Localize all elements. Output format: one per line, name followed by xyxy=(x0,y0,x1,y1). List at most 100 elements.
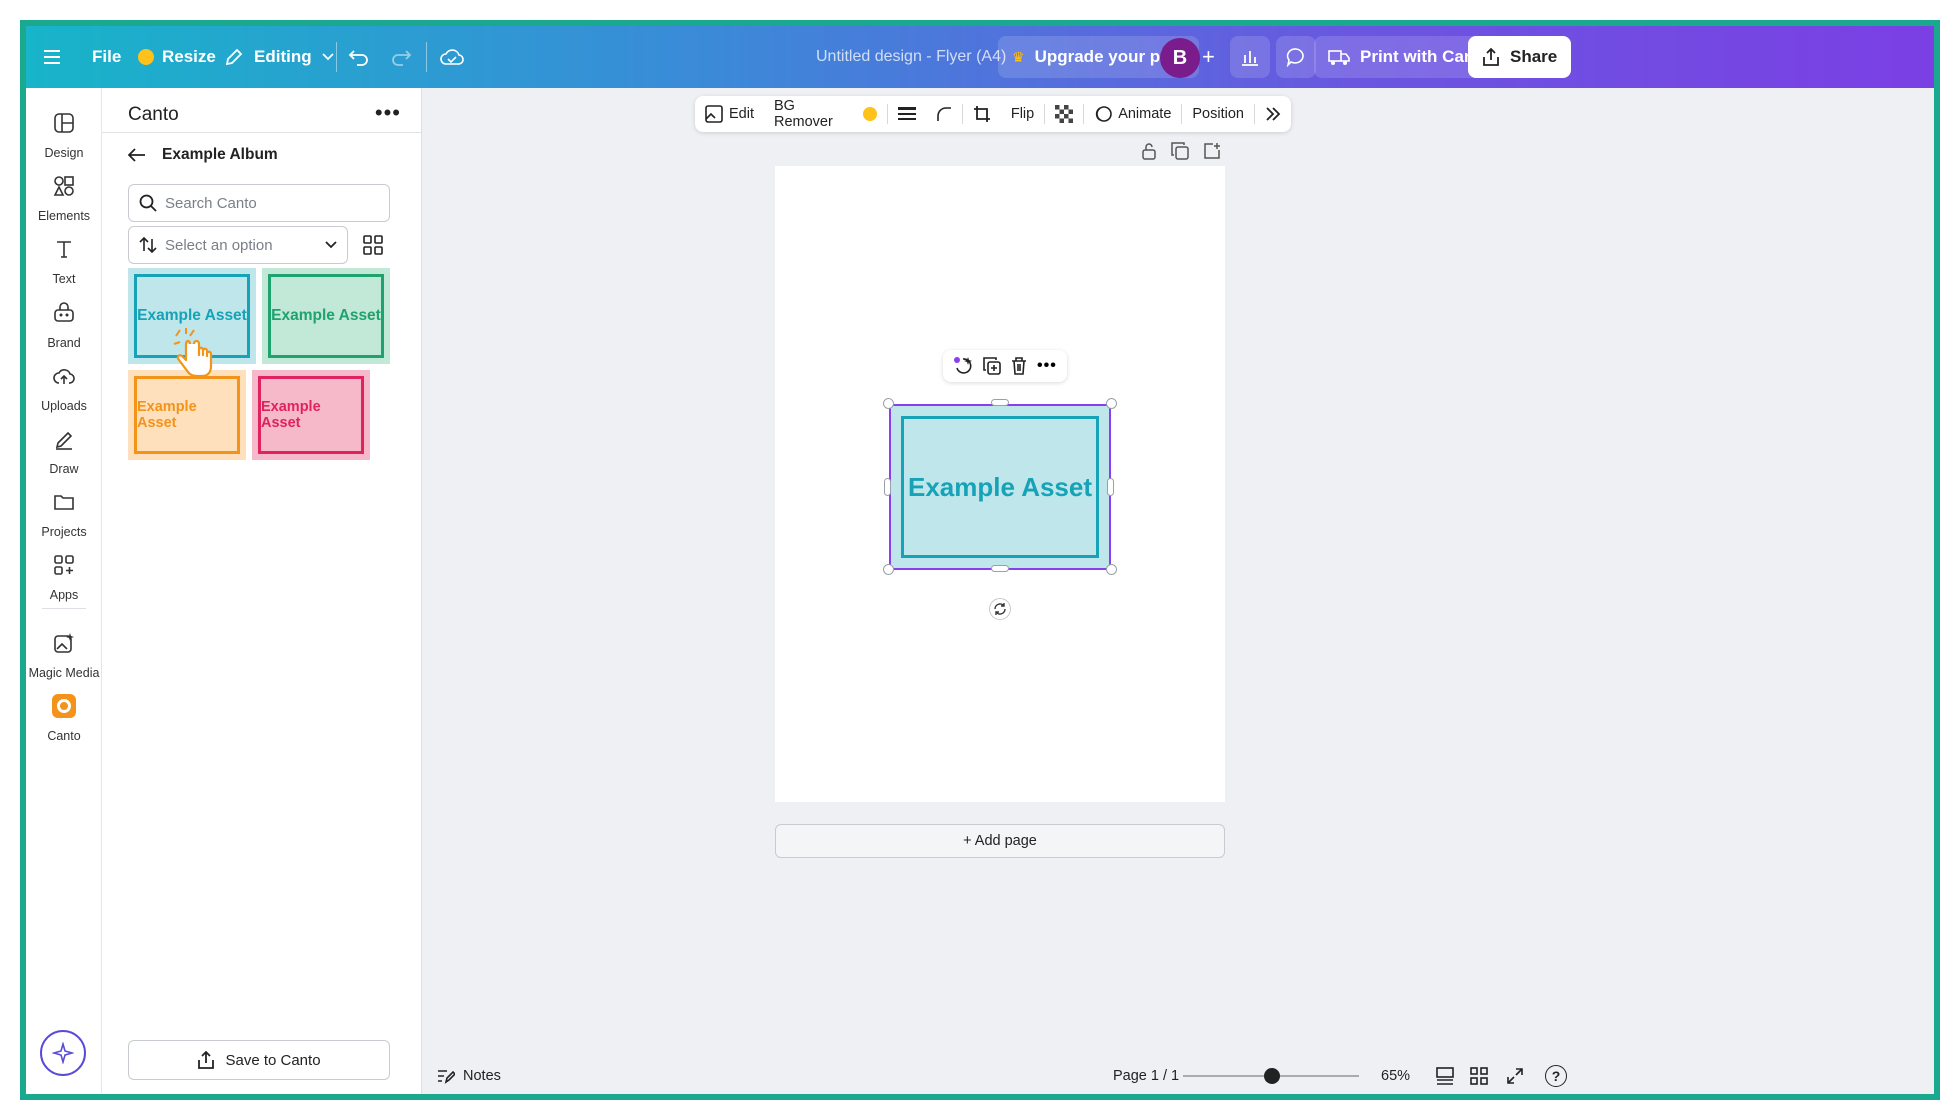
document-title[interactable]: Untitled design - Flyer (A4) xyxy=(816,26,1006,88)
page-view-icon[interactable] xyxy=(1435,1066,1455,1090)
rail-item-brand[interactable]: Brand xyxy=(26,296,102,350)
editing-mode-button[interactable]: Editing xyxy=(224,26,334,88)
undo-icon[interactable] xyxy=(348,26,370,88)
comment-icon[interactable] xyxy=(1276,36,1316,78)
left-rail: Design Elements Text Brand Uploads Draw … xyxy=(26,88,102,1094)
sort-select[interactable]: Select an option xyxy=(128,226,348,264)
rail-label: Magic Media xyxy=(28,666,100,680)
lock-icon[interactable] xyxy=(1141,142,1157,160)
add-page-icon[interactable] xyxy=(1203,142,1221,160)
asset-thumbnail[interactable]: Example Asset xyxy=(128,370,246,460)
add-page-button[interactable]: + Add page xyxy=(775,824,1225,858)
file-menu[interactable]: File xyxy=(92,26,121,88)
text-icon xyxy=(47,232,81,266)
rail-item-design[interactable]: Design xyxy=(26,106,102,160)
zoom-level[interactable]: 65% xyxy=(1381,1068,1410,1084)
rail-item-projects[interactable]: Projects xyxy=(26,485,102,539)
resize-handle[interactable] xyxy=(884,478,891,496)
notes-icon xyxy=(438,1070,455,1084)
corner-rounding-icon[interactable] xyxy=(926,96,962,132)
hand-cursor-icon xyxy=(173,328,213,378)
resize-handle[interactable] xyxy=(1107,478,1114,496)
canvas-area: Edit BG Remover Flip Animate Position ••… xyxy=(423,88,1934,1094)
magic-edit-icon[interactable] xyxy=(953,356,973,376)
editing-label: Editing xyxy=(254,47,312,66)
rail-label: Apps xyxy=(49,588,79,602)
cloud-saved-icon[interactable] xyxy=(440,26,464,88)
rail-item-draw[interactable]: Draw xyxy=(26,422,102,476)
transparency-icon[interactable] xyxy=(1045,96,1083,132)
asset-thumbnail[interactable]: Example Asset xyxy=(262,268,390,364)
border-style-icon[interactable] xyxy=(888,96,926,132)
animate-button[interactable]: Animate xyxy=(1084,96,1181,132)
bottom-bar: Notes Page 1 / 1 65% ? xyxy=(423,1058,1934,1094)
resize-button[interactable]: Resize xyxy=(138,26,216,88)
insights-icon[interactable] xyxy=(1230,36,1270,78)
fullscreen-icon[interactable] xyxy=(1505,1066,1525,1090)
canto-icon xyxy=(47,689,81,723)
rail-item-canto[interactable]: Canto xyxy=(26,689,102,743)
upload-icon xyxy=(198,1050,215,1069)
share-button[interactable]: Share xyxy=(1468,36,1572,78)
position-button[interactable]: Position xyxy=(1182,96,1254,132)
page-tools xyxy=(1141,142,1221,160)
redo-icon[interactable] xyxy=(390,26,412,88)
bg-remover-button[interactable]: BG Remover xyxy=(764,96,887,132)
resize-handle[interactable] xyxy=(991,399,1009,406)
zoom-slider-thumb[interactable] xyxy=(1263,1068,1280,1084)
rail-item-elements[interactable]: Elements xyxy=(26,169,102,223)
selected-asset[interactable]: Example Asset xyxy=(889,404,1111,570)
grid-view-icon[interactable] xyxy=(362,234,384,256)
duplicate-icon[interactable] xyxy=(983,357,1001,375)
pencil-icon xyxy=(225,48,243,66)
page-indicator[interactable]: Page 1 / 1 xyxy=(1113,1068,1179,1084)
save-to-canto-button[interactable]: Save to Canto xyxy=(128,1040,390,1080)
rail-label: Uploads xyxy=(41,399,87,413)
duplicate-page-icon[interactable] xyxy=(1171,142,1189,160)
resize-handle[interactable] xyxy=(883,564,894,575)
context-toolbar: Edit BG Remover Flip Animate Position xyxy=(695,96,1291,132)
crown-icon xyxy=(138,49,154,65)
menu-icon[interactable] xyxy=(44,26,64,88)
cloud-upload-icon xyxy=(47,359,81,393)
rail-item-magic-media[interactable]: Magic Media xyxy=(26,626,102,680)
rail-item-apps[interactable]: Apps xyxy=(26,548,102,602)
sort-icon xyxy=(139,236,157,254)
avatar[interactable]: B xyxy=(1160,38,1200,78)
resize-handle[interactable] xyxy=(1106,398,1117,409)
back-arrow-icon[interactable] xyxy=(128,148,146,162)
more-options-icon[interactable]: ••• xyxy=(375,100,401,126)
flip-button[interactable]: Flip xyxy=(1001,96,1044,132)
chevron-down-icon xyxy=(325,241,337,249)
rail-item-text[interactable]: Text xyxy=(26,232,102,286)
asset-artwork: Example Asset xyxy=(891,406,1109,568)
crop-icon[interactable] xyxy=(963,96,1001,132)
trash-icon[interactable] xyxy=(1011,357,1027,375)
search-input[interactable]: Search Canto xyxy=(128,184,390,222)
resize-handle[interactable] xyxy=(1106,564,1117,575)
resize-handle[interactable] xyxy=(991,565,1009,572)
resize-handle[interactable] xyxy=(883,398,894,409)
help-icon[interactable]: ? xyxy=(1545,1065,1567,1087)
edit-label: Edit xyxy=(729,106,754,122)
grid-view-icon[interactable] xyxy=(1469,1066,1489,1090)
divider xyxy=(426,42,427,72)
more-icon[interactable]: ••• xyxy=(1037,357,1057,375)
add-collaborator-icon[interactable]: + xyxy=(1202,26,1215,88)
asset-thumbnail[interactable]: Example Asset xyxy=(252,370,370,460)
divider xyxy=(102,132,421,133)
notes-button[interactable]: Notes xyxy=(437,1068,501,1084)
top-bar: File Resize Editing Untitled design - Fl… xyxy=(26,26,1934,88)
magic-assistant-button[interactable] xyxy=(40,1030,86,1076)
more-tools-icon[interactable] xyxy=(1255,96,1291,132)
rail-item-uploads[interactable]: Uploads xyxy=(26,359,102,413)
notes-label: Notes xyxy=(463,1068,501,1084)
rail-label: Projects xyxy=(41,525,87,539)
save-label: Save to Canto xyxy=(225,1051,321,1069)
sparkle-icon xyxy=(52,1042,74,1064)
truck-icon xyxy=(1328,50,1350,65)
edit-image-button[interactable]: Edit xyxy=(695,96,764,132)
rotate-icon[interactable] xyxy=(989,598,1011,620)
draw-icon xyxy=(47,422,81,456)
album-back-row[interactable]: Example Album xyxy=(128,146,278,164)
